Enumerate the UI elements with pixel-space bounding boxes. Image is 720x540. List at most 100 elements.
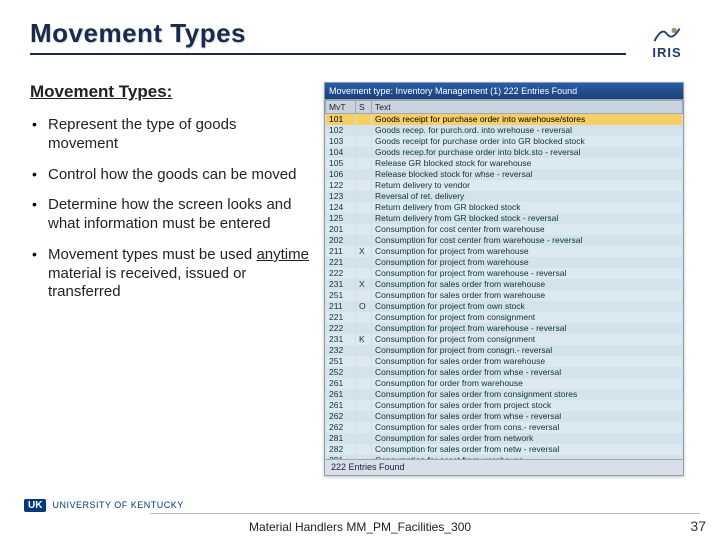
- cell-mvt: 211: [326, 301, 356, 312]
- cell-mvt: 222: [326, 268, 356, 279]
- table-row[interactable]: 261Consumption for sales order from cons…: [326, 389, 683, 400]
- cell-s: [356, 290, 372, 301]
- table-row[interactable]: 202Consumption for cost center from ware…: [326, 235, 683, 246]
- table-row[interactable]: 104 Goods recep.for purchase order into b…: [326, 147, 683, 158]
- cell-s: [356, 345, 372, 356]
- cell-text: Consumption for sales order from cons.- …: [372, 422, 683, 433]
- col-s[interactable]: S: [356, 101, 372, 114]
- table-row[interactable]: 281Consumption for sales order from netw…: [326, 433, 683, 444]
- table-row[interactable]: 261Consumption for order from warehouse: [326, 378, 683, 389]
- cell-mvt: 102: [326, 125, 356, 136]
- window-titlebar: Movement type: Inventory Management (1) …: [325, 83, 683, 99]
- cell-text: Release GR blocked stock for warehouse: [372, 158, 683, 169]
- cell-text: Goods receipt for purchase order into GR…: [372, 136, 683, 147]
- cell-mvt: 262: [326, 422, 356, 433]
- cell-text: Goods recep.for purchase order into blck…: [372, 147, 683, 158]
- page-number: 37: [690, 518, 706, 534]
- cell-s: [356, 257, 372, 268]
- cell-mvt: 261: [326, 400, 356, 411]
- col-mvt[interactable]: MvT: [326, 101, 356, 114]
- table-row[interactable]: 222Consumption for project from warehous…: [326, 268, 683, 279]
- cell-text: Consumption for project from consignment: [372, 312, 683, 323]
- bullet-text-pre: Movement types must be used: [48, 246, 256, 263]
- table-row[interactable]: 106Release blocked stock for whse - reve…: [326, 169, 683, 180]
- footer-rule: [150, 513, 700, 514]
- table-row[interactable]: 103Goods receipt for purchase order into…: [326, 136, 683, 147]
- cell-text: Consumption for sales order from consign…: [372, 389, 683, 400]
- table-row[interactable]: 211OConsumption for project from own sto…: [326, 301, 683, 312]
- table-row[interactable]: 251 Consumption for sales order from ware…: [326, 356, 683, 367]
- cell-mvt: 125: [326, 213, 356, 224]
- table-row[interactable]: 252Consumption for sales order from whse…: [326, 367, 683, 378]
- cell-mvt: 232: [326, 345, 356, 356]
- bullet-item: Movement types must be used anytime mate…: [30, 246, 310, 302]
- cell-mvt: 262: [326, 411, 356, 422]
- table-row[interactable]: 232Consumption for project from consgn.-…: [326, 345, 683, 356]
- table-row[interactable]: 262 Consumption for sales order from cons…: [326, 422, 683, 433]
- cell-mvt: 282: [326, 444, 356, 455]
- cell-text: Consumption for cost center from warehou…: [372, 235, 683, 246]
- cell-s: [356, 323, 372, 334]
- table-row[interactable]: 101 Goods receipt for purchase order into…: [326, 114, 683, 126]
- cell-mvt: 252: [326, 367, 356, 378]
- table-row[interactable]: 231XConsumption for sales order from war…: [326, 279, 683, 290]
- cell-s: [356, 224, 372, 235]
- table-row[interactable]: 201Consumption for cost center from ware…: [326, 224, 683, 235]
- cell-mvt: 211: [326, 246, 356, 257]
- cell-s: X: [356, 246, 372, 257]
- table-row[interactable]: 222Consumption for project from warehous…: [326, 323, 683, 334]
- cell-mvt: 251: [326, 356, 356, 367]
- cell-s: [356, 411, 372, 422]
- table-row[interactable]: 123Reversal of ret. delivery: [326, 191, 683, 202]
- cell-text: Consumption for sales order from warehou…: [372, 356, 683, 367]
- table-scroll[interactable]: MvT S Text 101 Goods receipt for purchase…: [325, 99, 683, 459]
- content-left: Movement Types: Represent the type of go…: [30, 82, 310, 476]
- table-header-row: MvT S Text: [326, 101, 683, 114]
- table-row[interactable]: 105Release GR blocked stock for warehous…: [326, 158, 683, 169]
- cell-text: Goods receipt for purchase order into wa…: [372, 114, 683, 126]
- table-row[interactable]: 262 Consumption for sales order from whse…: [326, 411, 683, 422]
- cell-text: Consumption for project from warehouse: [372, 246, 683, 257]
- cell-s: [356, 378, 372, 389]
- cell-text: Consumption for sales order from whse - …: [372, 411, 683, 422]
- col-text[interactable]: Text: [372, 101, 683, 114]
- cell-s: [356, 235, 372, 246]
- cell-mvt: 101: [326, 114, 356, 126]
- table-row[interactable]: 231KConsumption for project from consign…: [326, 334, 683, 345]
- iris-icon: [649, 23, 685, 45]
- table-row[interactable]: 211XConsumption for project from warehou…: [326, 246, 683, 257]
- bullet-text-post: material is received, issued or transfer…: [48, 265, 246, 301]
- iris-logo: IRIS: [636, 18, 698, 64]
- table-row[interactable]: 125Return delivery from GR blocked stock…: [326, 213, 683, 224]
- cell-text: Goods recep. for purch.ord. into wrehous…: [372, 125, 683, 136]
- content-right: Movement type: Inventory Management (1) …: [324, 82, 698, 476]
- table-row[interactable]: 221Consumption for project from consignm…: [326, 312, 683, 323]
- table-row[interactable]: 102 Goods recep. for purch.ord. into wreh…: [326, 125, 683, 136]
- cell-mvt: 104: [326, 147, 356, 158]
- cell-mvt: 123: [326, 191, 356, 202]
- cell-s: [356, 400, 372, 411]
- table-row[interactable]: 221Consumption for project from warehous…: [326, 257, 683, 268]
- cell-text: Consumption for sales order from project…: [372, 400, 683, 411]
- cell-s: [356, 389, 372, 400]
- table-row[interactable]: 251Consumption for sales order from ware…: [326, 290, 683, 301]
- cell-s: [356, 433, 372, 444]
- table-row[interactable]: 122Return delivery to vendor: [326, 180, 683, 191]
- cell-s: [356, 180, 372, 191]
- cell-text: Consumption for sales order from warehou…: [372, 279, 683, 290]
- cell-text: Consumption for order from warehouse: [372, 378, 683, 389]
- table-row[interactable]: 261 Consumption for sales order from proj…: [326, 400, 683, 411]
- cell-s: [356, 268, 372, 279]
- cell-mvt: 251: [326, 290, 356, 301]
- table-row[interactable]: 124Return delivery from GR blocked stock: [326, 202, 683, 213]
- table-row[interactable]: 282 Consumption for sales order from netw…: [326, 444, 683, 455]
- cell-text: Consumption for project from consignment: [372, 334, 683, 345]
- cell-s: [356, 356, 372, 367]
- cell-s: [356, 202, 372, 213]
- cell-text: Consumption for sales order from netw - …: [372, 444, 683, 455]
- cell-text: Consumption for project from warehouse: [372, 257, 683, 268]
- cell-s: [356, 158, 372, 169]
- movement-type-table: MvT S Text 101 Goods receipt for purchase…: [325, 100, 683, 459]
- cell-text: Consumption for cost center from warehou…: [372, 224, 683, 235]
- cell-text: Return delivery to vendor: [372, 180, 683, 191]
